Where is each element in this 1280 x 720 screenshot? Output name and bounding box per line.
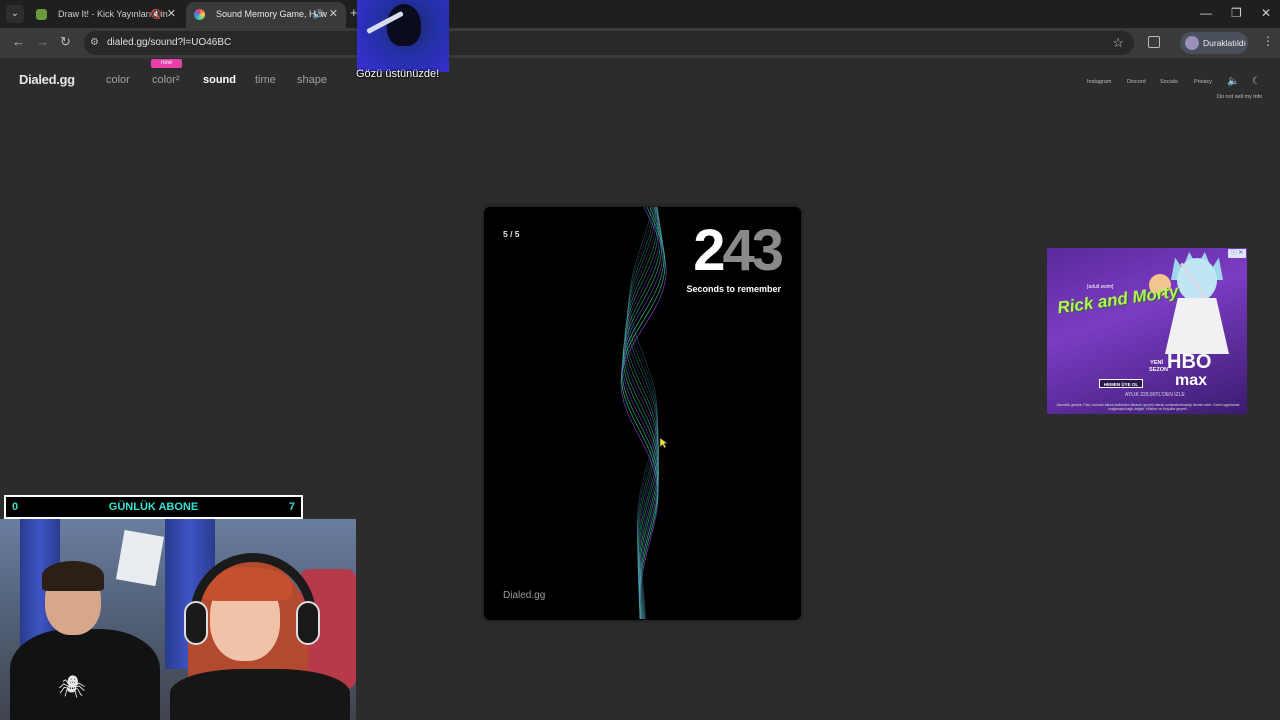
bookmark-star-icon[interactable]: ☆ bbox=[1112, 35, 1124, 51]
ad-adult-swim: [adult swim] bbox=[1087, 284, 1114, 290]
reload-icon[interactable]: ↻ bbox=[60, 34, 71, 50]
site-logo[interactable]: Dialed.gg bbox=[19, 72, 75, 87]
mouse-cursor-icon bbox=[659, 437, 669, 449]
speaker-icon[interactable]: 🔊 bbox=[313, 2, 324, 26]
minimize-icon[interactable]: — bbox=[1200, 6, 1212, 20]
ad-hbo-logo: HBO bbox=[1167, 351, 1212, 373]
headset-right-ear bbox=[296, 601, 320, 645]
wall-paper bbox=[115, 529, 165, 587]
timer-first-digit: 2 bbox=[693, 218, 725, 283]
streamer-one-hair bbox=[42, 561, 104, 591]
game-card[interactable]: 5 / 5 243 Seconds to remember Dialed.gg bbox=[484, 207, 801, 620]
sub-goal-label: GÜNLÜK ABONE bbox=[108, 501, 199, 513]
streamer-webcam: 🕷 bbox=[0, 519, 356, 720]
muted-speaker-icon[interactable]: 🔇 bbox=[151, 2, 162, 26]
sub-goal-count: 7 bbox=[288, 501, 295, 513]
address-bar[interactable]: ⚙ dialed.gg/sound?l=UO46BC ☆ bbox=[84, 31, 1134, 55]
tab-search-chevron-icon[interactable]: ⌄ bbox=[6, 5, 24, 23]
profile-button[interactable]: Duraklatıldı bbox=[1180, 32, 1248, 54]
dialed-favicon-icon bbox=[194, 9, 205, 20]
timer-label: Seconds to remember bbox=[686, 284, 781, 294]
tab-title: Sound Memory Game, How bbox=[216, 9, 328, 19]
nav-color[interactable]: color bbox=[106, 74, 130, 86]
window-close-icon[interactable]: ✕ bbox=[1261, 6, 1271, 20]
tab-draw-it[interactable]: Draw It! - Kick Yayınları İçin 🔇 ✕ bbox=[28, 2, 184, 28]
ad-price: AYLIK 229,90TL'DEN İZLE bbox=[1125, 392, 1185, 398]
rick-coat bbox=[1165, 298, 1229, 354]
link-socials[interactable]: Socials bbox=[1160, 79, 1178, 85]
hbo-max-ad[interactable]: ⓘ ✕ [adult swim] Rick and Morty YENİ SEZ… bbox=[1047, 248, 1247, 414]
countdown-timer: 243 bbox=[693, 218, 784, 283]
figure-silhouette bbox=[387, 4, 421, 46]
link-instagram[interactable]: Instagram bbox=[1087, 79, 1111, 85]
extensions-puzzle-icon[interactable] bbox=[1148, 36, 1160, 48]
ad-show-title: Rick and Morty bbox=[1056, 281, 1180, 318]
streamer-two-body bbox=[170, 669, 350, 720]
link-discord[interactable]: Discord bbox=[1127, 79, 1146, 85]
stream-alert-image bbox=[357, 0, 449, 72]
avatar bbox=[1185, 36, 1199, 50]
headset-left-ear bbox=[184, 601, 208, 645]
nav-color-squared[interactable]: color² bbox=[152, 74, 180, 86]
link-privacy[interactable]: Privacy bbox=[1194, 79, 1212, 85]
nav-time[interactable]: time bbox=[255, 74, 276, 86]
subscriber-goal-bar: GÜNLÜK ABONE 0 7 bbox=[4, 495, 303, 519]
sub-current-count: 0 bbox=[12, 501, 19, 513]
browser-tab-bar: ⌄ Draw It! - Kick Yayınları İçin 🔇 ✕ Sou… bbox=[0, 0, 1280, 28]
close-tab-icon[interactable]: ✕ bbox=[329, 2, 338, 26]
nav-shape[interactable]: shape bbox=[297, 74, 327, 86]
do-not-sell-link[interactable]: Do not sell my info bbox=[1217, 94, 1262, 100]
ad-fine-print: Abonelik gerekir. Plan, sonraki fatura t… bbox=[1056, 403, 1240, 411]
profile-label: Duraklatıldı bbox=[1203, 38, 1246, 48]
tab-sound-memory[interactable]: Sound Memory Game, How 🔊 ✕ bbox=[186, 2, 346, 28]
stream-alert-caption: Gözü üstünüzde! bbox=[356, 68, 440, 80]
spider-shirt-icon: 🕷 bbox=[58, 674, 86, 699]
back-arrow-icon[interactable]: ← bbox=[12, 34, 25, 49]
new-badge: new bbox=[151, 59, 182, 68]
round-counter: 5 / 5 bbox=[503, 229, 520, 239]
url-text: dialed.gg/sound?l=UO46BC bbox=[107, 37, 232, 48]
browser-menu-icon[interactable]: ⋮ bbox=[1262, 34, 1274, 48]
wave-line bbox=[620, 207, 667, 620]
nav-sound[interactable]: sound bbox=[203, 74, 236, 86]
ad-new-season: YENİ SEZON bbox=[1149, 360, 1168, 373]
ad-choices-icon[interactable]: ⓘ ✕ bbox=[1228, 249, 1246, 258]
dark-mode-moon-icon[interactable]: ☾ bbox=[1252, 76, 1261, 87]
ad-subscribe-button[interactable]: HEMEN ÜYE OL bbox=[1099, 379, 1143, 388]
card-logo: Dialed.gg bbox=[503, 590, 546, 601]
timer-rest-digits: 43 bbox=[722, 218, 783, 283]
forward-arrow-icon[interactable]: → bbox=[36, 34, 49, 49]
close-tab-icon[interactable]: ✕ bbox=[167, 2, 176, 26]
site-info-icon[interactable]: ⚙ bbox=[90, 37, 99, 48]
restore-icon[interactable]: ❐ bbox=[1231, 6, 1242, 20]
sound-toggle-icon[interactable]: 🔈 bbox=[1227, 76, 1239, 87]
draw-it-favicon-icon bbox=[36, 9, 47, 20]
browser-toolbar: ← → ↻ ⚙ dialed.gg/sound?l=UO46BC ☆ Durak… bbox=[0, 28, 1280, 58]
ad-max-logo: max bbox=[1175, 372, 1208, 389]
